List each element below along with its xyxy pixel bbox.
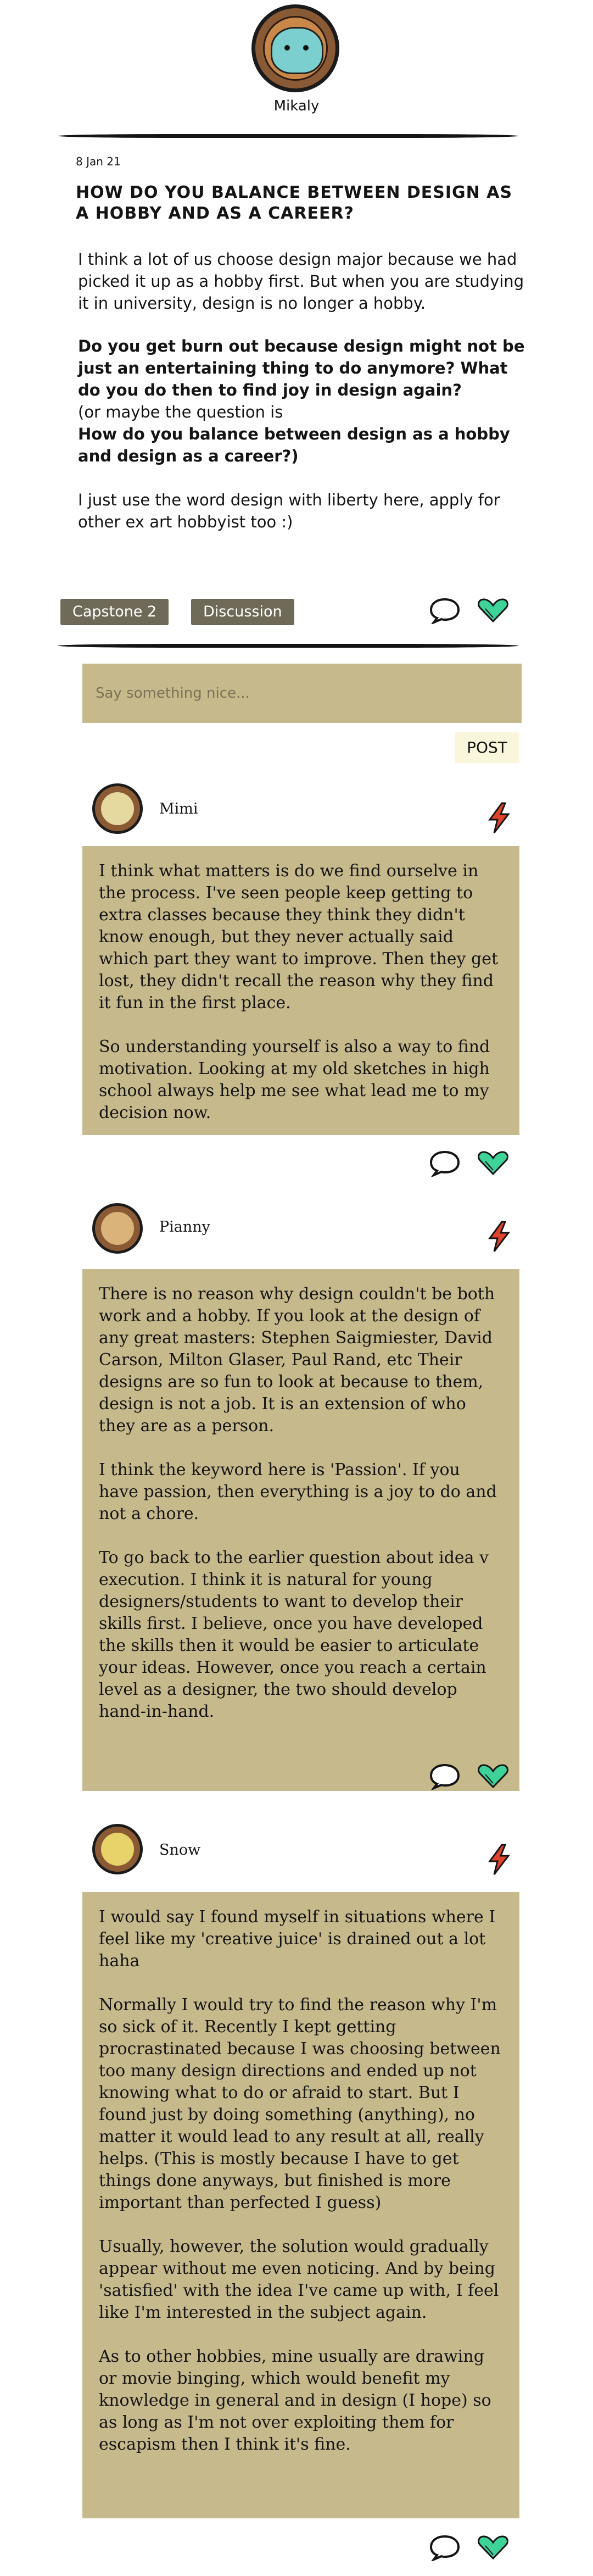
author-avatar[interactable]	[251, 4, 339, 92]
commenter-name[interactable]: Pianny	[159, 1219, 210, 1236]
post-paragraph: (or maybe the question is	[78, 403, 283, 421]
post-paragraph: How do you balance between design as a h…	[78, 425, 510, 465]
tag-discussion[interactable]: Discussion	[191, 599, 294, 625]
chat-bubble-icon[interactable]	[428, 1149, 461, 1177]
commenter-avatar[interactable]	[92, 1203, 143, 1254]
post-button[interactable]: POST	[455, 732, 519, 763]
post-divider	[58, 644, 519, 648]
lightning-bolt-icon[interactable]	[486, 802, 512, 834]
post-title: HOW DO YOU BALANCE BETWEEN DESIGN AS A H…	[76, 183, 513, 223]
comment-paragraph: There is no reason why design couldn't b…	[99, 1284, 495, 1436]
post-date: 8 Jan 21	[76, 155, 121, 168]
comment-card: I think what matters is do we find ourse…	[82, 846, 519, 1135]
comment-paragraph: Normally I would try to find the reason …	[99, 1995, 501, 2212]
post-paragraph: Do you get burn out because design might…	[78, 337, 525, 399]
comment-paragraph: I would say I found myself in situations…	[99, 1907, 496, 1971]
header-divider	[58, 134, 519, 138]
comment-paragraph: As to other hobbies, mine usually are dr…	[99, 2347, 491, 2454]
heart-icon[interactable]	[477, 1762, 510, 1790]
commenter-name[interactable]: Mimi	[159, 800, 198, 817]
comment-paragraph: So understanding yourself is also a way …	[99, 1037, 490, 1122]
comment-card: There is no reason why design couldn't b…	[82, 1269, 519, 1791]
comment-paragraph: Usually, however, the solution would gra…	[99, 2237, 499, 2322]
lightning-bolt-icon[interactable]	[486, 1844, 512, 1876]
chat-bubble-icon[interactable]	[428, 1762, 461, 1790]
comment-paragraph: I think what matters is do we find ourse…	[99, 861, 499, 1012]
tag-capstone[interactable]: Capstone 2	[60, 599, 169, 625]
lightning-bolt-icon[interactable]	[486, 1221, 512, 1253]
chat-bubble-icon[interactable]	[428, 597, 461, 624]
chat-bubble-icon[interactable]	[428, 2534, 461, 2561]
author-name[interactable]: Mikaly	[0, 98, 593, 114]
comment-input[interactable]	[82, 664, 522, 723]
post-paragraph: I think a lot of us choose design major …	[78, 250, 524, 313]
comment-paragraph: I think the keyword here is 'Passion'. I…	[99, 1460, 497, 1523]
heart-icon[interactable]	[477, 2534, 510, 2561]
commenter-avatar[interactable]	[92, 1824, 143, 1874]
comment-box[interactable]	[82, 664, 522, 723]
heart-icon[interactable]	[477, 597, 510, 624]
post-paragraph: I just use the word design with liberty …	[78, 491, 500, 531]
comment-card: I would say I found myself in situations…	[82, 1892, 519, 2518]
commenter-name[interactable]: Snow	[159, 1841, 200, 1859]
comment-paragraph: To go back to the earlier question about…	[99, 1548, 489, 1721]
heart-icon[interactable]	[477, 1149, 510, 1177]
commenter-avatar[interactable]	[92, 783, 143, 834]
